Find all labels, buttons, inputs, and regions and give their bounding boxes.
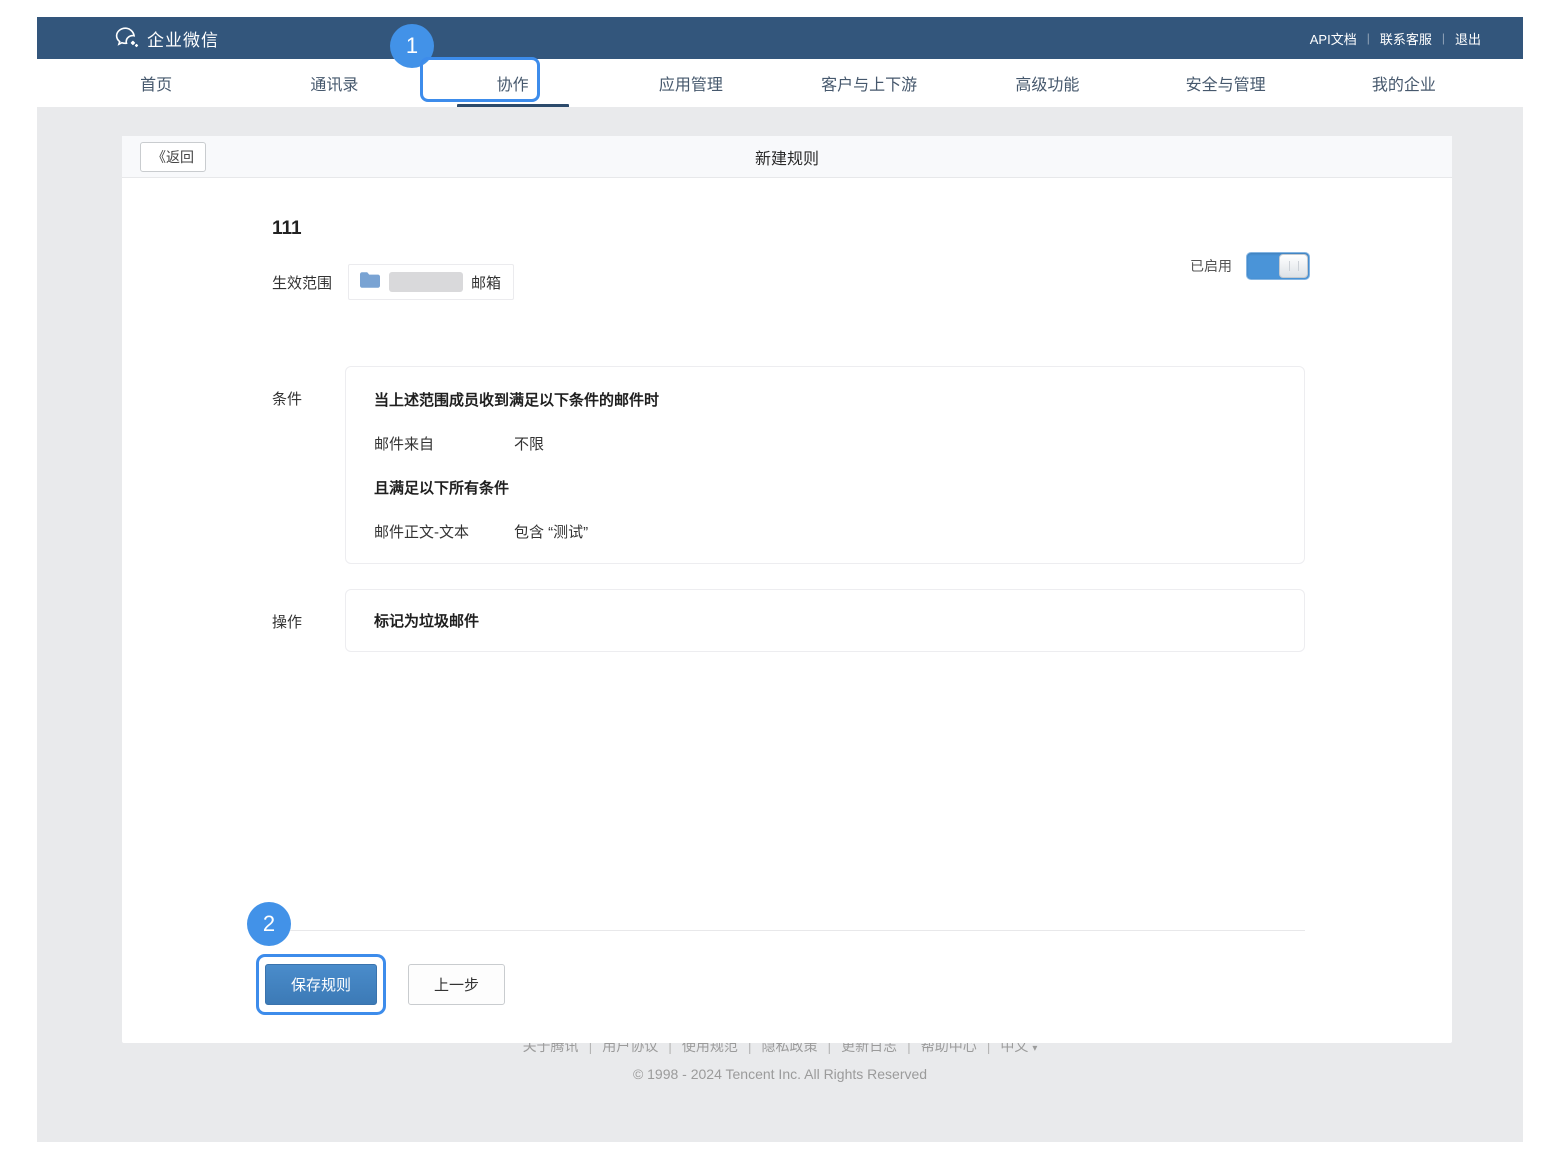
action-section-label: 操作 xyxy=(272,589,345,652)
condition-row-value: 不限 xyxy=(514,433,544,454)
topbar-link-api-docs[interactable]: API文档 xyxy=(1310,29,1357,48)
actions-row: 2 保存规则 上一步 xyxy=(122,964,1452,1005)
new-rule-card: 《返回 新建规则 111 已启用 生效范围 xyxy=(122,136,1452,1043)
topbar: 企业微信 API文档 | 联系客服 | 退出 xyxy=(37,17,1523,59)
save-button-wrap: 2 保存规则 xyxy=(265,964,377,1005)
nav-item-my-company[interactable]: 我的企业 xyxy=(1315,59,1493,107)
step-1-highlight-box xyxy=(420,57,540,102)
scope-tag: 邮箱 xyxy=(348,264,514,300)
condition-section-label: 条件 xyxy=(272,366,345,564)
step-2-marker: 2 xyxy=(247,902,291,946)
card-body: 111 已启用 生效范围 xyxy=(122,178,1452,1042)
card-header: 《返回 新建规则 xyxy=(122,136,1452,178)
topbar-link-contact-support[interactable]: 联系客服 xyxy=(1380,29,1432,48)
nav-item-security[interactable]: 安全与管理 xyxy=(1137,59,1315,107)
scope-label: 生效范围 xyxy=(272,272,332,293)
topbar-link-logout[interactable]: 退出 xyxy=(1455,29,1481,48)
previous-step-button[interactable]: 上一步 xyxy=(408,964,505,1005)
condition-row: 邮件正文-文本 包含 “测试” xyxy=(374,521,1276,542)
action-box: 标记为垃圾邮件 xyxy=(345,589,1305,652)
actions-divider xyxy=(270,930,1305,931)
action-section: 操作 标记为垃圾邮件 xyxy=(122,589,1452,652)
condition-subheading: 且满足以下所有条件 xyxy=(374,477,1276,498)
caret-down-icon: ▾ xyxy=(1032,1043,1037,1054)
condition-box: 当上述范围成员收到满足以下条件的邮件时 邮件来自 不限 且满足以下所有条件 邮件… xyxy=(345,366,1305,564)
page-title: 新建规则 xyxy=(122,145,1452,169)
nav-item-home[interactable]: 首页 xyxy=(67,59,245,107)
back-button[interactable]: 《返回 xyxy=(140,142,206,172)
nav-item-contacts[interactable]: 通讯录 xyxy=(245,59,423,107)
wework-logo-icon xyxy=(115,27,139,49)
condition-row-label: 邮件正文-文本 xyxy=(374,521,514,542)
brand-name: 企业微信 xyxy=(147,26,219,51)
rule-status: 已启用 xyxy=(1190,252,1310,280)
enabled-toggle[interactable] xyxy=(1246,252,1310,280)
topbar-links: API文档 | 联系客服 | 退出 xyxy=(1310,29,1481,48)
topbar-separator: | xyxy=(1442,31,1445,45)
nav-item-app-management[interactable]: 应用管理 xyxy=(602,59,780,107)
rule-name: 111 xyxy=(272,218,1452,240)
condition-row: 邮件来自 不限 xyxy=(374,433,1276,454)
rule-header: 111 xyxy=(122,178,1452,240)
scope-suffix: 邮箱 xyxy=(471,272,501,293)
condition-row-label: 邮件来自 xyxy=(374,433,514,454)
toggle-knob xyxy=(1279,254,1308,278)
step-2-highlight-box xyxy=(256,954,386,1015)
status-label: 已启用 xyxy=(1190,256,1232,276)
main-nav: 首页 通讯录 协作 应用管理 客户与上下游 高级功能 安全与管理 我的企业 xyxy=(37,59,1523,107)
copyright-text: © 1998 - 2024 Tencent Inc. All Rights Re… xyxy=(37,1066,1523,1082)
condition-heading: 当上述范围成员收到满足以下条件的邮件时 xyxy=(374,389,1276,410)
brand: 企业微信 xyxy=(115,26,219,51)
condition-row-value: 包含 “测试” xyxy=(514,521,588,542)
nav-item-advanced[interactable]: 高级功能 xyxy=(958,59,1136,107)
redacted-scope-name xyxy=(389,272,463,292)
nav-item-customers[interactable]: 客户与上下游 xyxy=(780,59,958,107)
action-value: 标记为垃圾邮件 xyxy=(374,610,1276,631)
topbar-separator: | xyxy=(1367,31,1370,45)
folder-icon xyxy=(359,271,381,294)
content-area: 《返回 新建规则 111 已启用 生效范围 xyxy=(37,107,1523,1142)
condition-section: 条件 当上述范围成员收到满足以下条件的邮件时 邮件来自 不限 且满足以下所有条件… xyxy=(122,366,1452,564)
app-frame: 企业微信 API文档 | 联系客服 | 退出 首页 通讯录 协作 应用管理 客户… xyxy=(37,17,1523,1142)
